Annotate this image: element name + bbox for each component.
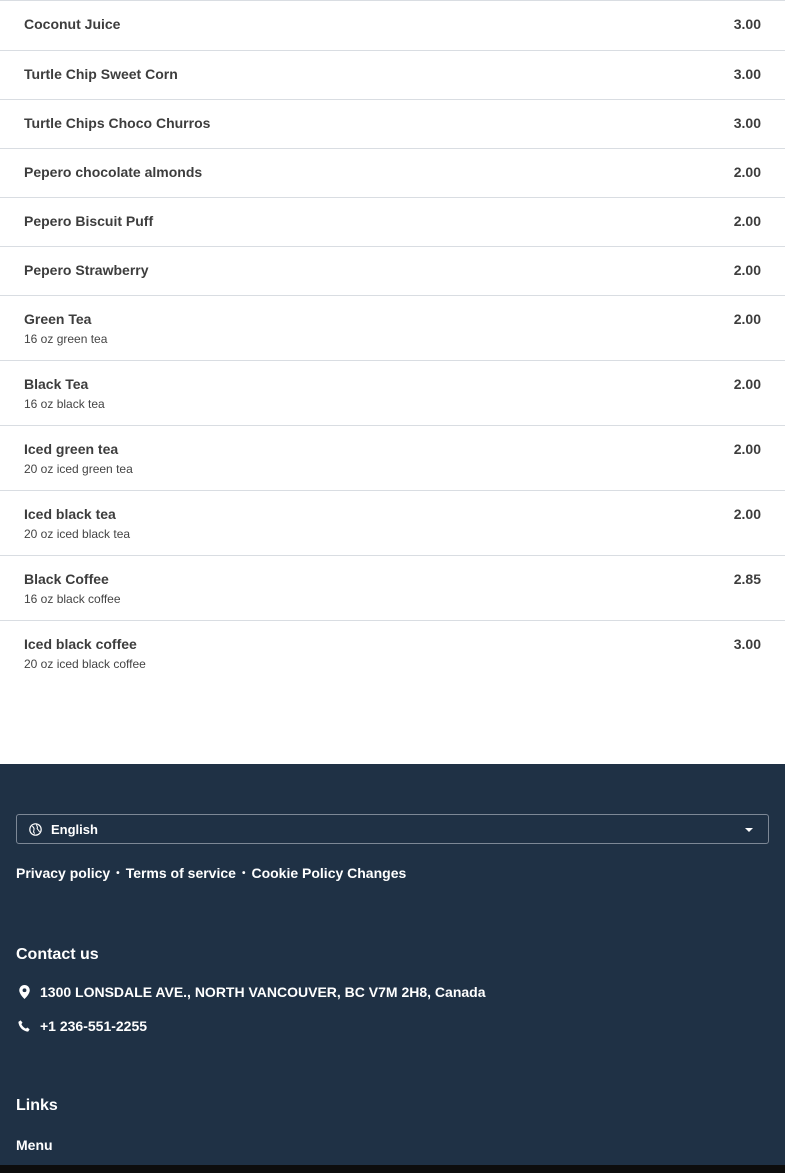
contact-title: Contact us <box>16 946 99 963</box>
terms-of-service-link[interactable]: Terms of service <box>126 865 236 881</box>
item-name: Pepero Biscuit Puff <box>24 213 154 229</box>
menu-item[interactable]: Coconut Juice 3.00 <box>0 0 785 50</box>
item-name: Pepero Strawberry <box>24 262 149 278</box>
menu-list: Coconut Juice 3.00 Turtle Chip Sweet Cor… <box>0 0 785 685</box>
menu-link[interactable]: Menu <box>16 1137 53 1153</box>
bottom-bar <box>0 1165 785 1173</box>
phone-icon <box>16 1018 32 1034</box>
menu-item[interactable]: Turtle Chips Choco Churros 3.00 <box>0 99 785 148</box>
item-price: 3.00 <box>733 115 761 131</box>
globe-icon <box>29 822 42 836</box>
location-pin-icon <box>16 984 32 1000</box>
menu-item[interactable]: Iced black tea 20 oz iced black tea 2.00 <box>0 490 785 555</box>
item-price: 2.00 <box>733 376 761 392</box>
policy-links: Privacy policy • Terms of service • Cook… <box>16 865 406 881</box>
separator: • <box>241 867 246 879</box>
contact-phone[interactable]: +1 236-551-2255 <box>16 1018 147 1034</box>
item-price: 2.00 <box>733 311 761 327</box>
menu-item[interactable]: Black Coffee 16 oz black coffee 2.85 <box>0 555 785 620</box>
item-name: Iced black coffee <box>24 636 137 652</box>
item-price: 3.00 <box>733 636 761 652</box>
chevron-down-icon <box>745 828 753 832</box>
language-selected: English <box>51 821 98 837</box>
item-description: 20 oz iced green tea <box>24 462 133 476</box>
item-name: Turtle Chips Choco Churros <box>24 115 211 131</box>
menu-item[interactable]: Iced black coffee 20 oz iced black coffe… <box>0 620 785 685</box>
item-name: Coconut Juice <box>24 16 121 32</box>
item-price: 2.00 <box>733 441 761 457</box>
item-name: Turtle Chip Sweet Corn <box>24 66 178 82</box>
item-price: 2.00 <box>733 213 761 229</box>
separator: • <box>116 867 120 879</box>
item-price: 3.00 <box>733 16 761 32</box>
item-description: 16 oz black tea <box>24 397 105 411</box>
cookie-policy-link[interactable]: Cookie Policy Changes <box>251 865 406 881</box>
contact-address: 1300 LONSDALE AVE., NORTH VANCOUVER, BC … <box>16 984 486 1000</box>
item-description: 16 oz green tea <box>24 332 108 346</box>
menu-item[interactable]: Pepero Strawberry 2.00 <box>0 246 785 295</box>
site-footer: English Privacy policy • Terms of servic… <box>0 764 785 1165</box>
item-price: 2.00 <box>733 164 761 180</box>
item-name: Green Tea <box>24 311 92 327</box>
item-description: 16 oz black coffee <box>24 592 121 606</box>
item-description: 20 oz iced black tea <box>24 527 131 541</box>
item-name: Pepero chocolate almonds <box>24 164 203 180</box>
links-title: Links <box>16 1097 58 1114</box>
item-price: 3.00 <box>733 66 761 82</box>
item-price: 2.85 <box>733 571 761 587</box>
item-price: 2.00 <box>733 262 761 278</box>
menu-item[interactable]: Pepero chocolate almonds 2.00 <box>0 148 785 197</box>
privacy-policy-link[interactable]: Privacy policy <box>16 865 110 881</box>
phone-text: +1 236-551-2255 <box>40 1018 148 1034</box>
address-text: 1300 LONSDALE AVE., NORTH VANCOUVER, BC … <box>40 984 486 1000</box>
menu-item[interactable]: Turtle Chip Sweet Corn 3.00 <box>0 50 785 99</box>
item-name: Black Coffee <box>24 571 109 587</box>
menu-item[interactable]: Green Tea 16 oz green tea 2.00 <box>0 295 785 360</box>
item-price: 2.00 <box>733 506 761 522</box>
item-name: Iced black tea <box>24 506 116 522</box>
item-name: Black Tea <box>24 376 89 392</box>
language-select[interactable]: English <box>16 814 769 844</box>
item-name: Iced green tea <box>24 441 119 457</box>
menu-item[interactable]: Pepero Biscuit Puff 2.00 <box>0 197 785 246</box>
item-description: 20 oz iced black coffee <box>24 657 146 671</box>
menu-item[interactable]: Iced green tea 20 oz iced green tea 2.00 <box>0 425 785 490</box>
menu-item[interactable]: Black Tea 16 oz black tea 2.00 <box>0 360 785 425</box>
